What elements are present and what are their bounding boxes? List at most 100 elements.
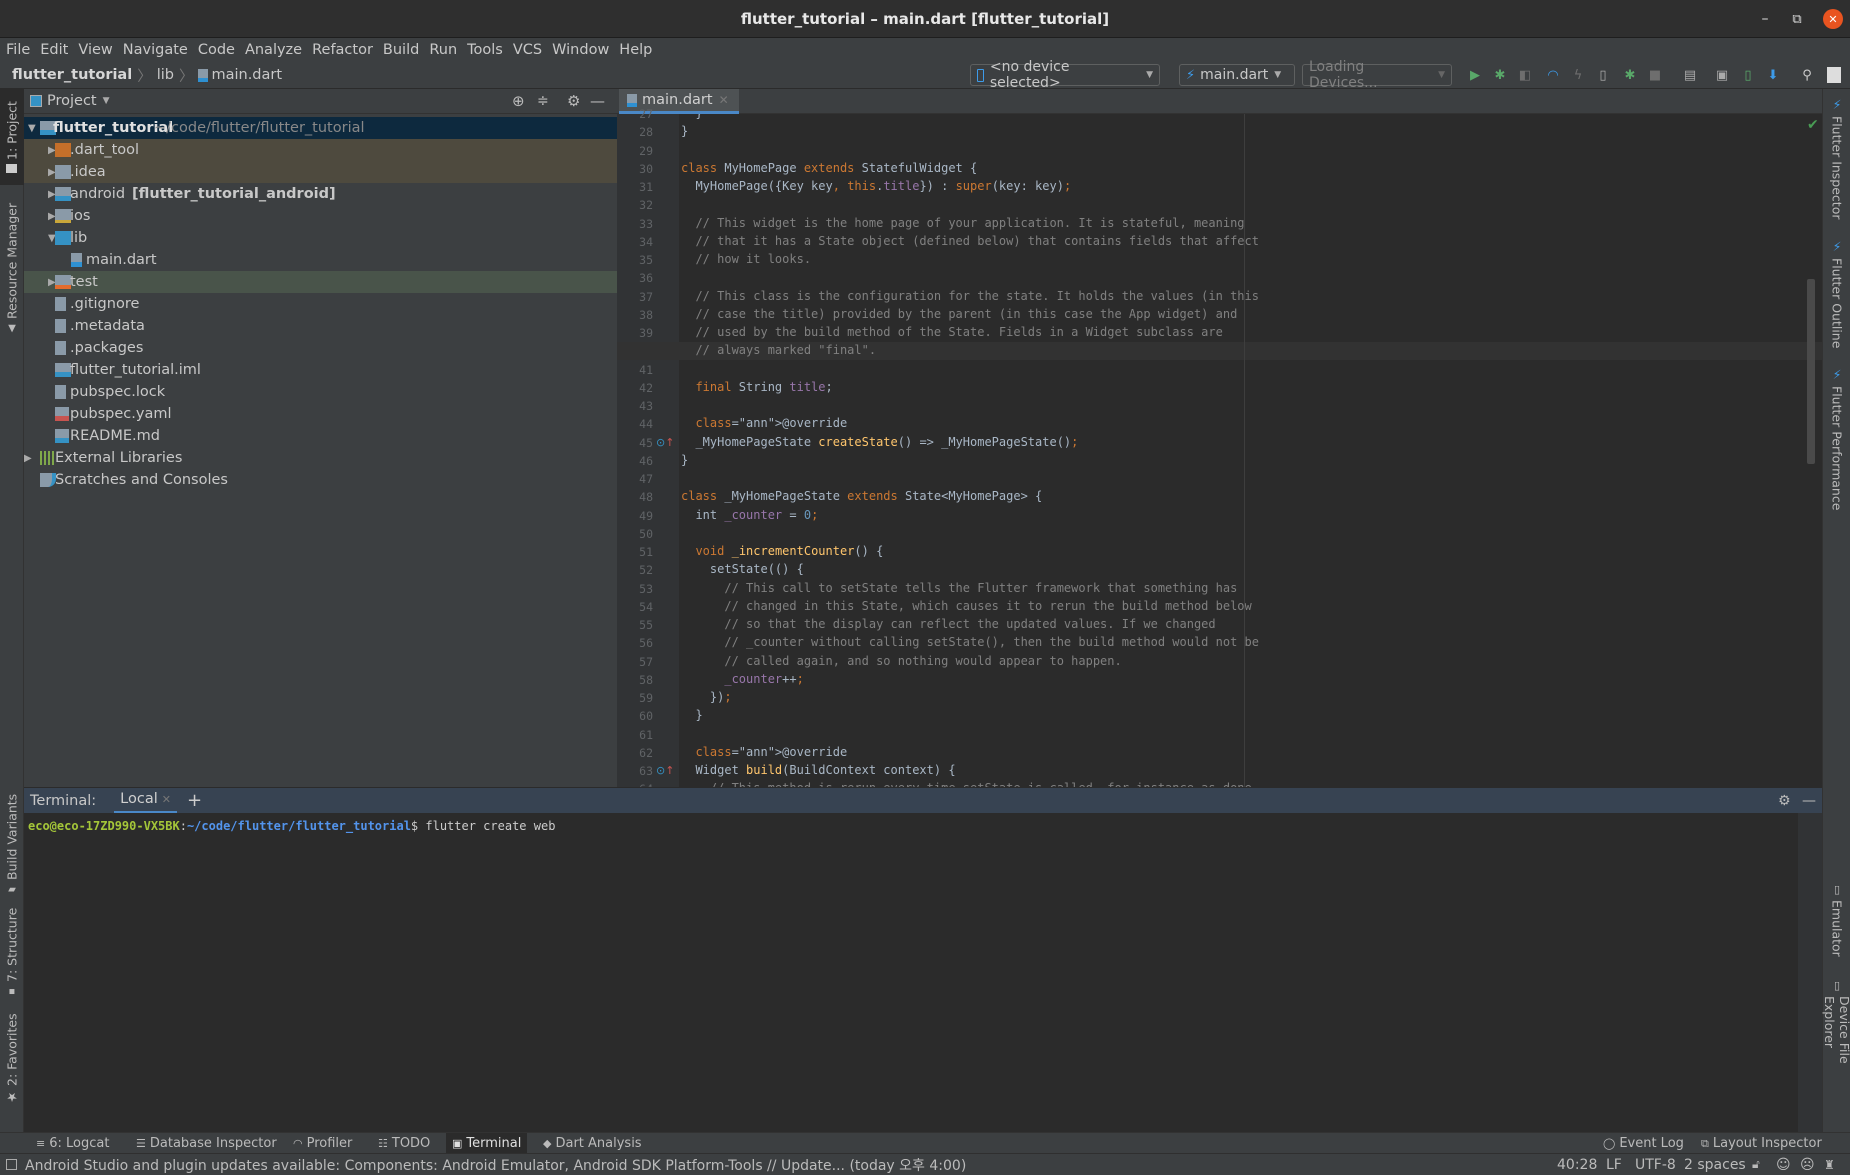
- gear-icon[interactable]: ⚙: [1778, 793, 1791, 809]
- breadcrumb-file[interactable]: main.dart: [211, 67, 282, 83]
- tree-item[interactable]: ▶ android [flutter_tutorial_android]: [24, 183, 617, 205]
- terminal-output[interactable]: eco@eco-17ZD990-VX5BK:~/code/flutter/flu…: [24, 813, 1798, 1132]
- flutter-device-button[interactable]: ▯: [1593, 65, 1613, 85]
- menu-run[interactable]: Run: [429, 42, 457, 58]
- tree-item[interactable]: ▶ .idea: [24, 161, 617, 183]
- stop-button[interactable]: ■: [1645, 65, 1665, 85]
- attach-button[interactable]: ✱: [1620, 65, 1640, 85]
- chevron-down-icon[interactable]: ▼: [103, 96, 110, 106]
- terminal-tab-local[interactable]: Local ✕: [114, 788, 177, 814]
- search-everywhere-button[interactable]: ⚲: [1797, 65, 1817, 85]
- tree-item[interactable]: ▶ ios: [24, 205, 617, 227]
- tree-item[interactable]: .packages: [24, 337, 617, 359]
- terminal-scrollbar[interactable]: [1798, 813, 1822, 1132]
- locate-file-icon[interactable]: ⊕: [512, 92, 525, 110]
- tree-item[interactable]: pubspec.lock: [24, 381, 617, 403]
- menu-code[interactable]: Code: [198, 42, 235, 58]
- attach-debugger-button[interactable]: ◧: [1515, 65, 1535, 85]
- debug-button[interactable]: ✱: [1490, 65, 1510, 85]
- maximize-button[interactable]: ⧉: [1782, 0, 1812, 38]
- bottom-tab-event-log[interactable]: ◯ Event Log: [1597, 1133, 1690, 1154]
- menu-navigate[interactable]: Navigate: [123, 42, 188, 58]
- tool-tab-flutter-outline[interactable]: ⚡ Flutter Outline: [1823, 239, 1850, 349]
- menu-refactor[interactable]: Refactor: [312, 42, 373, 58]
- tool-tab-flutter-performance[interactable]: ⚡ Flutter Performance: [1823, 367, 1850, 517]
- account-button[interactable]: [1824, 65, 1844, 85]
- bottom-tab-dart-analysis[interactable]: ◆ Dart Analysis: [537, 1133, 648, 1154]
- tree-item[interactable]: Scratches and Consoles: [24, 469, 617, 491]
- tool-tab-build-variants[interactable]: ▰ Build Variants: [0, 789, 24, 899]
- tree-item[interactable]: README.md: [24, 425, 617, 447]
- breadcrumb-project[interactable]: flutter_tutorial: [12, 67, 132, 83]
- hide-panel-icon[interactable]: —: [590, 92, 605, 110]
- new-terminal-button[interactable]: +: [187, 790, 202, 811]
- menu-help[interactable]: Help: [619, 42, 652, 58]
- tool-tab-structure[interactable]: ▪ 7: Structure: [0, 907, 24, 997]
- hide-panel-icon[interactable]: —: [1802, 793, 1816, 809]
- menu-edit[interactable]: Edit: [40, 42, 68, 58]
- caret-position[interactable]: 40:28: [1557, 1157, 1597, 1173]
- tool-tab-favorites[interactable]: ★ 2: Favorites: [0, 1009, 24, 1109]
- file-encoding[interactable]: UTF-8: [1635, 1157, 1676, 1173]
- line-separator[interactable]: LF: [1606, 1157, 1622, 1173]
- code-editor[interactable]: main.dart ✕ 2728293031323334353637383940…: [617, 89, 1822, 796]
- collapsed-arrow-icon[interactable]: ▶: [24, 453, 32, 464]
- breadcrumb-folder[interactable]: lib: [157, 67, 174, 83]
- device-selector[interactable]: <no device selected> ▼: [970, 59, 1160, 91]
- collapse-all-icon[interactable]: ≑: [537, 93, 549, 109]
- bottom-tab-layout-inspector[interactable]: ⧉ Layout Inspector: [1695, 1133, 1828, 1154]
- happy-face-icon[interactable]: ☺: [1776, 1157, 1791, 1173]
- profile-button[interactable]: ◠: [1543, 65, 1563, 85]
- bottom-tab-profiler[interactable]: ◠ Profiler: [287, 1133, 358, 1154]
- tool-tab-device-file-explorer[interactable]: ▯ Device File Explorer: [1822, 979, 1850, 1119]
- flutter-device-selector[interactable]: Loading Devices... ▼: [1302, 59, 1452, 91]
- close-tab-icon[interactable]: ✕: [719, 93, 729, 107]
- gear-icon[interactable]: ⚙: [567, 92, 580, 110]
- tree-item[interactable]: ▶ test: [24, 271, 617, 293]
- lock-icon[interactable]: 🔓︎: [1752, 1157, 1760, 1172]
- menu-file[interactable]: File: [6, 42, 30, 58]
- menu-build[interactable]: Build: [383, 42, 419, 58]
- menu-window[interactable]: Window: [552, 42, 609, 58]
- project-view-selector[interactable]: Project: [47, 93, 97, 109]
- menu-tools[interactable]: Tools: [467, 42, 503, 58]
- sdk-manager-button[interactable]: ▣: [1712, 65, 1732, 85]
- tree-item[interactable]: ▶ .dart_tool: [24, 139, 617, 161]
- tool-tab-resource-manager[interactable]: ▲ Resource Manager: [0, 193, 24, 343]
- run-button[interactable]: ▶: [1465, 65, 1485, 85]
- status-toggle-icon[interactable]: [6, 1159, 17, 1170]
- bottom-tab-logcat[interactable]: ≡ 6: Logcat: [30, 1133, 115, 1154]
- close-tab-icon[interactable]: ✕: [162, 793, 171, 806]
- avd-manager-button[interactable]: ▯: [1738, 65, 1758, 85]
- tree-item[interactable]: pubspec.yaml: [24, 403, 617, 425]
- sad-face-icon[interactable]: ☹: [1800, 1157, 1815, 1173]
- run-config-selector[interactable]: ⚡ main.dart ▼: [1179, 64, 1295, 86]
- tool-tab-flutter-inspector[interactable]: ⚡ Flutter Inspector: [1823, 97, 1850, 227]
- close-button[interactable]: ✕: [1820, 0, 1846, 38]
- tree-item[interactable]: ▼ lib: [24, 227, 617, 249]
- tree-item[interactable]: ▶ External Libraries: [24, 447, 617, 469]
- hot-reload-button[interactable]: ϟ: [1568, 65, 1588, 85]
- status-message[interactable]: Android Studio and plugin updates availa…: [25, 1155, 966, 1175]
- tree-item[interactable]: main.dart: [24, 249, 617, 271]
- project-structure-button[interactable]: ▤: [1680, 65, 1700, 85]
- inspector-icon[interactable]: ♜: [1824, 1158, 1835, 1172]
- editor-scrollbar[interactable]: [1807, 279, 1815, 464]
- tool-tab-emulator[interactable]: ▯ Emulator: [1823, 883, 1850, 963]
- right-margin-guide: [1244, 114, 1245, 787]
- bottom-tab-terminal[interactable]: ▣ Terminal: [446, 1133, 528, 1154]
- bottom-tab-todo[interactable]: ☷ TODO: [372, 1133, 436, 1154]
- minimize-button[interactable]: –: [1750, 0, 1780, 38]
- indent-setting[interactable]: 2 spaces: [1684, 1157, 1746, 1173]
- tree-item[interactable]: .metadata: [24, 315, 617, 337]
- menu-analyze[interactable]: Analyze: [245, 42, 302, 58]
- bottom-tab-database-inspector[interactable]: ☰ Database Inspector: [130, 1133, 283, 1154]
- tree-item[interactable]: .gitignore: [24, 293, 617, 315]
- menu-view[interactable]: View: [78, 42, 112, 58]
- tree-item[interactable]: flutter_tutorial.iml: [24, 359, 617, 381]
- tree-root[interactable]: ▼ flutter_tutorial ~/code/flutter/flutte…: [24, 117, 617, 139]
- menu-vcs[interactable]: VCS: [513, 42, 542, 58]
- sync-gradle-button[interactable]: ⬇: [1763, 65, 1783, 85]
- tool-tab-project[interactable]: 1: Project: [0, 89, 24, 185]
- code-area[interactable]: }} class MyHomePage extends StatefulWidge…: [617, 114, 1822, 787]
